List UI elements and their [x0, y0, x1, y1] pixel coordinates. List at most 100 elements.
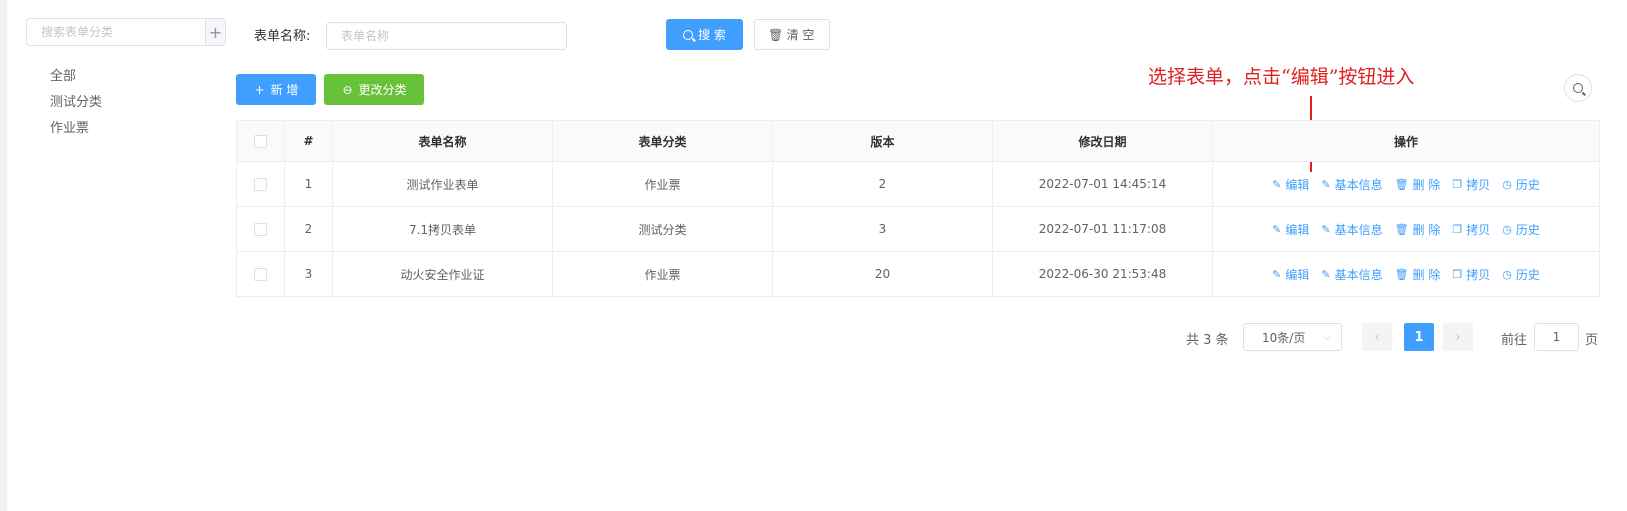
- change-category-label: 更改分类: [358, 83, 407, 97]
- page-size-value: 10条/页: [1262, 330, 1306, 345]
- action-copy-button[interactable]: ❐ 拷贝: [1452, 221, 1490, 238]
- action-delete-button[interactable]: 🗑 删 除: [1395, 266, 1441, 283]
- action-label: 编辑: [1285, 222, 1310, 237]
- annotation-text: 选择表单，点击“编辑”按钮进入: [1148, 66, 1415, 88]
- search-icon: [1573, 83, 1583, 93]
- add-button-label: 新 增: [270, 83, 299, 97]
- category-search-input[interactable]: [27, 19, 205, 45]
- next-page-button[interactable]: ›: [1443, 323, 1473, 351]
- row-index: 3: [284, 251, 333, 297]
- search-button-label: 搜 索: [698, 28, 726, 42]
- action-edit-button[interactable]: ✎ 编辑: [1272, 221, 1309, 238]
- row-modified-date: 2022-07-01 11:17:08: [992, 206, 1213, 252]
- change-category-button[interactable]: ⊖ 更改分类: [324, 74, 424, 105]
- add-category-button[interactable]: +: [205, 19, 225, 45]
- category-search-box: +: [26, 18, 226, 46]
- copy-icon: ❐: [1452, 267, 1463, 281]
- header-version: 版本: [772, 120, 993, 162]
- action-history-button[interactable]: ◷ 历史: [1502, 221, 1540, 238]
- action-edit-button[interactable]: ✎ 编辑: [1272, 266, 1309, 283]
- header-form-name: 表单名称: [332, 120, 553, 162]
- edit-icon: ✎: [1272, 222, 1282, 236]
- row-form-name: 7.1拷贝表单: [332, 206, 553, 252]
- clear-button-label: 清 空: [786, 28, 815, 42]
- action-label: 编辑: [1285, 177, 1310, 192]
- action-label: 拷贝: [1466, 222, 1491, 237]
- form-name-label: 表单名称:: [254, 29, 311, 44]
- row-actions: ✎ 编辑 ✎ 基本信息 🗑 删 除 ❐ 拷贝 ◷ 历史: [1212, 206, 1600, 252]
- action-delete-button[interactable]: 🗑 删 除: [1395, 221, 1441, 238]
- row-version: 2: [772, 161, 993, 207]
- action-label: 拷贝: [1466, 177, 1491, 192]
- row-form-name: 测试作业表单: [332, 161, 553, 207]
- action-label: 基本信息: [1334, 177, 1383, 192]
- edit-icon: ✎: [1272, 177, 1282, 191]
- clock-icon: ◷: [1502, 222, 1512, 236]
- plus-icon: +: [254, 82, 265, 97]
- goto-page-input[interactable]: [1534, 323, 1579, 351]
- pagination-total: 共 3 条: [1186, 333, 1229, 348]
- action-copy-button[interactable]: ❐ 拷贝: [1452, 176, 1490, 193]
- table-row: 1 测试作业表单 作业票 2 2022-07-01 14:45:14 ✎ 编辑 ✎ 基本信息 🗑 删…: [236, 161, 1600, 207]
- tree-item-test-category[interactable]: 测试分类: [50, 90, 102, 116]
- action-label: 历史: [1515, 222, 1540, 237]
- row-version: 3: [772, 206, 993, 252]
- row-index: 1: [284, 161, 333, 207]
- row-form-name: 动火安全作业证: [332, 251, 553, 297]
- chevron-right-icon: ›: [1455, 329, 1461, 345]
- row-modified-date: 2022-07-01 14:45:14: [992, 161, 1213, 207]
- trash-icon: 🗑: [1394, 177, 1409, 191]
- row-checkbox[interactable]: [254, 223, 267, 236]
- page-size-select[interactable]: 10条/页 ⌵: [1243, 323, 1342, 351]
- action-label: 删 除: [1412, 267, 1441, 282]
- link-icon: ⊖: [342, 82, 353, 97]
- row-index: 2: [284, 206, 333, 252]
- trash-icon: 🗑: [767, 27, 784, 42]
- goto-suffix: 页: [1585, 333, 1599, 348]
- tree-item-work-ticket[interactable]: 作业票: [50, 116, 102, 142]
- tree-item-all[interactable]: 全部: [50, 64, 102, 90]
- edit-icon: ✎: [1272, 267, 1282, 281]
- row-form-category: 测试分类: [552, 206, 773, 252]
- row-version: 20: [772, 251, 993, 297]
- row-checkbox[interactable]: [254, 178, 267, 191]
- header-index: #: [284, 120, 333, 162]
- row-checkbox-cell: [236, 206, 285, 252]
- action-label: 删 除: [1412, 177, 1441, 192]
- row-form-category: 作业票: [552, 161, 773, 207]
- action-history-button[interactable]: ◷ 历史: [1502, 176, 1540, 193]
- action-basic-info-button[interactable]: ✎ 基本信息: [1321, 266, 1382, 283]
- form-name-input[interactable]: [326, 22, 567, 50]
- prev-page-button[interactable]: ‹: [1362, 323, 1392, 351]
- row-actions: ✎ 编辑 ✎ 基本信息 🗑 删 除 ❐ 拷贝 ◷ 历史: [1212, 161, 1600, 207]
- header-form-category: 表单分类: [552, 120, 773, 162]
- action-label: 编辑: [1285, 267, 1310, 282]
- page-number-current[interactable]: 1: [1404, 323, 1434, 351]
- action-edit-button[interactable]: ✎ 编辑: [1272, 176, 1309, 193]
- table-row: 2 7.1拷贝表单 测试分类 3 2022-07-01 11:17:08 ✎ 编辑 ✎ 基本信息…: [236, 206, 1600, 252]
- toggle-search-button[interactable]: [1564, 74, 1592, 102]
- action-delete-button[interactable]: 🗑 删 除: [1395, 176, 1441, 193]
- table-row: 3 动火安全作业证 作业票 20 2022-06-30 21:53:48 ✎ 编辑 ✎ 基本信息…: [236, 251, 1600, 297]
- action-label: 历史: [1515, 267, 1540, 282]
- row-checkbox-cell: [236, 251, 285, 297]
- header-modified-date: 修改日期: [992, 120, 1213, 162]
- row-checkbox[interactable]: [254, 268, 267, 281]
- search-button[interactable]: 搜 索: [666, 19, 743, 50]
- select-all-checkbox[interactable]: [254, 135, 267, 148]
- action-copy-button[interactable]: ❐ 拷贝: [1452, 266, 1490, 283]
- chevron-down-icon: ⌵: [1323, 331, 1331, 343]
- category-tree: 全部 测试分类 作业票: [50, 64, 102, 142]
- action-label: 拷贝: [1466, 267, 1491, 282]
- table-header-row: # 表单名称 表单分类 版本 修改日期 操作: [236, 120, 1600, 162]
- copy-icon: ❐: [1452, 222, 1463, 236]
- clear-button[interactable]: 🗑 清 空: [754, 19, 830, 50]
- action-label: 历史: [1515, 177, 1540, 192]
- add-button[interactable]: + 新 增: [236, 74, 316, 105]
- action-basic-info-button[interactable]: ✎ 基本信息: [1321, 176, 1382, 193]
- action-history-button[interactable]: ◷ 历史: [1502, 266, 1540, 283]
- action-basic-info-button[interactable]: ✎ 基本信息: [1321, 221, 1382, 238]
- goto-label: 前往: [1501, 333, 1528, 348]
- select-all-cell: [236, 120, 285, 162]
- row-modified-date: 2022-06-30 21:53:48: [992, 251, 1213, 297]
